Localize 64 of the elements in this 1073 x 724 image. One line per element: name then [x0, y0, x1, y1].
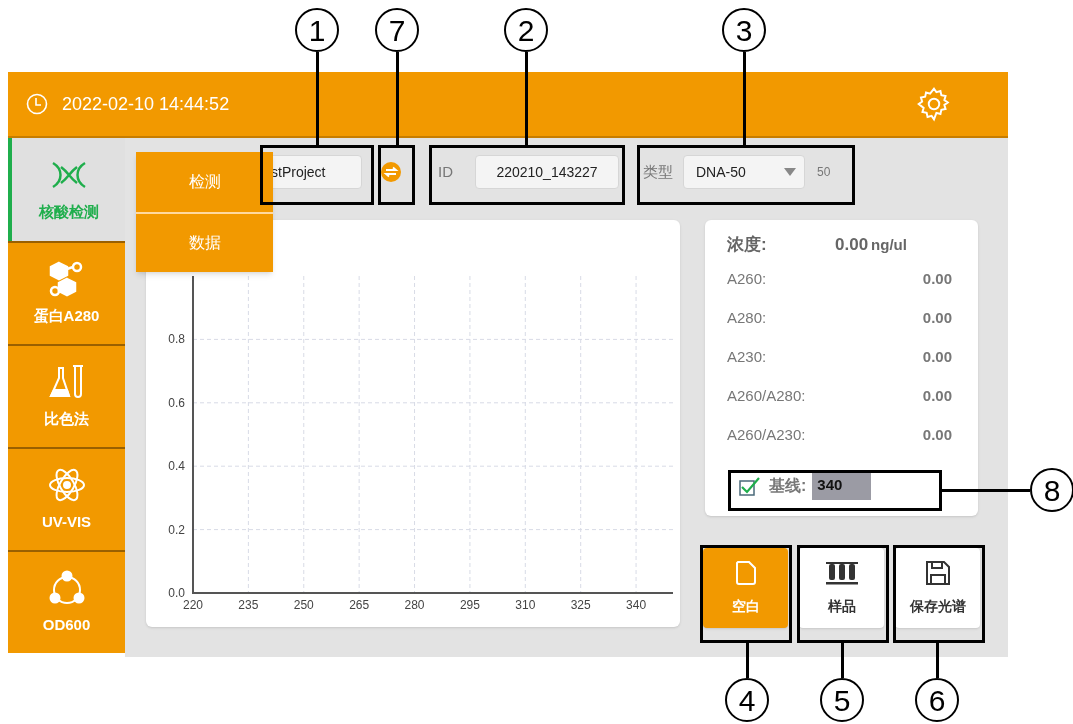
- leader-line: [841, 643, 844, 678]
- sidebar-tab[interactable]: UV-VIS: [8, 447, 125, 550]
- type-label: 类型: [643, 161, 673, 182]
- x-tick-label: 310: [515, 598, 536, 612]
- result-label: A260/A280:: [727, 386, 806, 407]
- callout-number: 3: [722, 8, 766, 52]
- caret-icon: [784, 168, 796, 176]
- x-tick-label: 280: [404, 598, 425, 612]
- id-label: ID: [438, 161, 453, 182]
- sidebar-tab[interactable]: 蛋白A280: [8, 241, 125, 344]
- datetime-text: 2022-02-10 14:44:52: [62, 92, 230, 116]
- callout-frame: [378, 145, 415, 205]
- sidebar-tab[interactable]: 核酸检测: [8, 138, 125, 241]
- action-button[interactable]: 空白: [703, 548, 788, 628]
- baseline-checkbox[interactable]: [739, 475, 761, 496]
- x-tick-label: 340: [626, 598, 647, 612]
- sidebar-tab[interactable]: OD600: [8, 550, 125, 653]
- action-button[interactable]: 样品: [799, 548, 884, 628]
- sidebar-tab[interactable]: 比色法: [8, 344, 125, 447]
- leader-line: [746, 643, 749, 678]
- callout-number: 8: [1030, 468, 1073, 512]
- y-tick-label: 0.6: [168, 395, 185, 410]
- leader-line: [936, 643, 939, 678]
- y-tick-label: 0.0: [168, 586, 185, 600]
- baseline-field[interactable]: 340: [812, 471, 872, 500]
- menu-item[interactable]: 数据: [136, 212, 273, 272]
- result-value: 0.00: [922, 425, 952, 446]
- callout-number: 4: [725, 678, 769, 722]
- x-tick-label: 250: [293, 598, 314, 612]
- document-icon: [734, 559, 757, 586]
- callout-number: 5: [820, 678, 864, 722]
- result-label: A230:: [727, 347, 767, 368]
- type-dropdown[interactable]: DNA-50: [683, 155, 805, 189]
- result-value: 0.00: [922, 308, 952, 329]
- result-label: A280:: [727, 308, 767, 329]
- x-tick-label: 295: [459, 598, 480, 612]
- x-tick-label: 220: [183, 598, 203, 612]
- y-tick-label: 0.4: [168, 459, 185, 474]
- concentration-value: 0.00: [835, 234, 869, 256]
- callout-number: 2: [504, 8, 548, 52]
- action-button[interactable]: 保存光谱: [895, 548, 980, 628]
- result-value: 0.00: [922, 269, 952, 290]
- callout-number: 6: [915, 678, 959, 722]
- result-label: A260:: [727, 269, 767, 290]
- y-tick-label: 0.8: [168, 332, 185, 347]
- x-tick-label: 235: [238, 598, 259, 612]
- concentration-label: 浓度:: [727, 234, 768, 256]
- callout-number: 1: [295, 8, 339, 52]
- type-value: DNA-50: [696, 162, 746, 182]
- x-tick-label: 265: [349, 598, 370, 612]
- result-label: A260/A230:: [727, 425, 806, 446]
- result-value: 0.00: [922, 347, 952, 368]
- callout-number: 7: [375, 8, 419, 52]
- clock-icon: [26, 93, 48, 115]
- y-tick-label: 0.2: [168, 522, 185, 537]
- baseline-label: 基线:: [769, 475, 807, 496]
- x-tick-label: 325: [570, 598, 591, 612]
- test-tube-rack-icon: [824, 559, 859, 586]
- settings-icon[interactable]: [916, 86, 952, 122]
- swap-icon[interactable]: [381, 162, 401, 182]
- concentration-unit: ng/ul: [871, 235, 907, 255]
- id-field[interactable]: 220210_143227: [475, 155, 619, 189]
- result-value: 0.00: [922, 386, 952, 407]
- type-number: 50: [817, 164, 831, 181]
